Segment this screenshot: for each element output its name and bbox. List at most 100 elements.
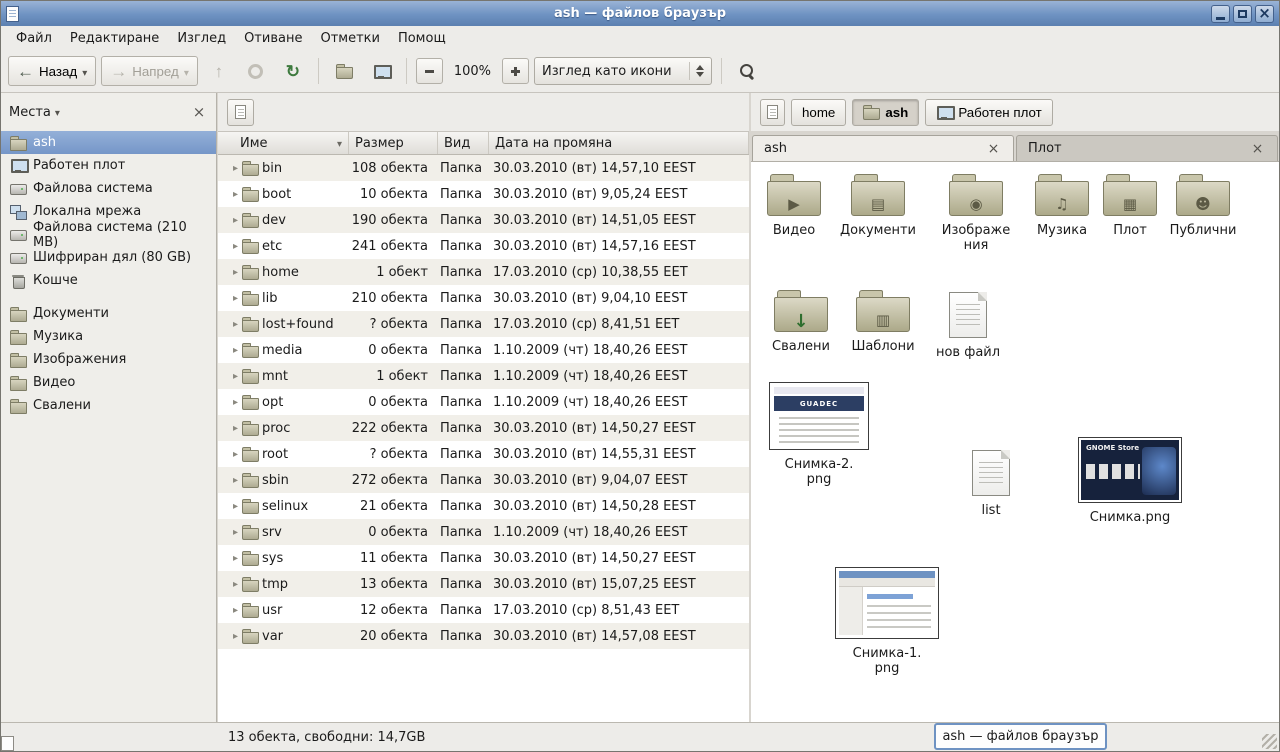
back-button[interactable]: Назад [8,56,96,86]
tasklist-window-button[interactable]: ash — файлов браузър [934,723,1107,750]
icon-snimka-png[interactable]: GNOME Store Снимка.png [1078,437,1182,525]
close-sidebar-button[interactable] [190,103,208,121]
tree-row[interactable]: media 0 обекта Папка 1.10.2009 (чт) 18,4… [218,337,749,363]
breadcrumb-ash[interactable]: ash [852,99,919,126]
tree-row[interactable]: root ? обекта Папка 30.03.2010 (вт) 14,5… [218,441,749,467]
zoom-in-button[interactable] [502,58,529,84]
tree-row[interactable]: var 20 обекта Папка 30.03.2010 (вт) 14,5… [218,623,749,649]
icon-downloads-folder[interactable]: Свалени [759,290,843,354]
expander-icon[interactable] [218,527,242,538]
view-mode-select[interactable]: Изглед като икони [534,57,712,85]
sidebar-item[interactable]: ash [1,131,216,154]
zoom-out-button[interactable] [416,58,443,84]
reload-button[interactable] [277,56,309,86]
tree-row[interactable]: boot 10 обекта Папка 30.03.2010 (вт) 9,0… [218,181,749,207]
tree-row[interactable]: proc 222 обекта Папка 30.03.2010 (вт) 14… [218,415,749,441]
expander-icon[interactable] [218,293,242,304]
minimize-button[interactable] [1211,5,1230,23]
icon-public-folder[interactable]: Публични [1161,174,1245,238]
tab-ash[interactable]: ash [752,135,1014,161]
maximize-button[interactable] [1233,5,1252,23]
icon-canvas[interactable]: Видео Документи Изображения Музика Плот … [751,162,1279,722]
expander-icon[interactable] [218,631,242,642]
icon-snimka-1-png[interactable]: Снимка-1.png [835,567,939,676]
sidebar-item[interactable]: Файлова система (210 MB) [1,223,216,246]
tree-row[interactable]: sys 11 обекта Папка 30.03.2010 (вт) 14,5… [218,545,749,571]
tree-row[interactable]: sbin 272 обекта Папка 30.03.2010 (вт) 9,… [218,467,749,493]
expander-icon[interactable] [218,189,242,200]
icon-new-file[interactable]: нов файл [926,292,1010,360]
tree-row[interactable]: opt 0 обекта Папка 1.10.2009 (чт) 18,40,… [218,389,749,415]
sidebar-item[interactable]: Изображения [1,348,216,371]
search-button[interactable] [731,56,763,86]
tree-row[interactable]: selinux 21 обекта Папка 30.03.2010 (вт) … [218,493,749,519]
expander-icon[interactable] [218,553,242,564]
menu-item[interactable]: Изглед [168,28,235,49]
sidebar-item[interactable]: Документи [1,302,216,325]
sidebar-item[interactable]: Шифриран дял (80 GB) [1,246,216,269]
icon-snimka-2-png[interactable]: GUADEC Снимка-2.png [767,382,871,487]
expander-icon[interactable] [218,241,242,252]
sidebar-item[interactable]: Работен плот [1,154,216,177]
column-header-size[interactable]: Размер [349,132,438,154]
expander-icon[interactable] [218,215,242,226]
expander-icon[interactable] [218,605,242,616]
expander-icon[interactable] [218,371,242,382]
pathbar-root-button[interactable] [227,99,254,126]
sidebar-item[interactable]: Файлова система [1,177,216,200]
expander-icon[interactable] [218,163,242,174]
sidebar-item[interactable]: Видео [1,371,216,394]
expander-icon[interactable] [218,267,242,278]
menu-item[interactable]: Файл [7,28,61,49]
resize-grip[interactable] [1262,734,1277,749]
expander-icon[interactable] [218,579,242,590]
expander-icon[interactable] [218,319,242,330]
sidebar-item[interactable]: Свалени [1,394,216,417]
tree-row[interactable]: bin 108 обекта Папка 30.03.2010 (вт) 14,… [218,155,749,181]
breadcrumb-home[interactable]: home [791,99,846,126]
expander-icon[interactable] [218,397,242,408]
tree-row[interactable]: usr 12 обекта Папка 17.03.2010 (ср) 8,51… [218,597,749,623]
close-tab-icon[interactable] [985,140,1002,157]
forward-button[interactable]: Напред [101,56,198,86]
sidebar-title[interactable]: Места [9,105,51,120]
expander-icon[interactable] [218,449,242,460]
breadcrumb-desktop[interactable]: Работен плот [925,99,1052,126]
menu-item[interactable]: Редактиране [61,28,168,49]
icon-templates-folder[interactable]: Шаблони [841,290,925,354]
tree-row[interactable]: srv 0 обекта Папка 1.10.2009 (чт) 18,40,… [218,519,749,545]
sidebar-item[interactable]: Кошче [1,269,216,292]
icon-desktop-folder[interactable]: Плот [1088,174,1172,238]
tab-plot[interactable]: Плот [1016,135,1278,161]
home-button[interactable] [328,56,360,86]
icon-list-file[interactable]: list [949,450,1033,518]
panel-corner-icon[interactable] [1,736,14,751]
icon-videos-folder[interactable]: Видео [752,174,836,238]
expander-icon[interactable] [218,475,242,486]
icon-pictures-folder[interactable]: Изображения [934,174,1018,253]
tree-row[interactable]: tmp 13 обекта Папка 30.03.2010 (вт) 15,0… [218,571,749,597]
pathbar-scroll-button[interactable] [760,99,785,126]
stop-button[interactable] [240,56,272,86]
column-header-date[interactable]: Дата на промяна [489,132,749,154]
icon-documents-folder[interactable]: Документи [836,174,920,238]
expander-icon[interactable] [218,423,242,434]
menu-item[interactable]: Помощ [389,28,455,49]
tree-row[interactable]: lib 210 обекта Папка 30.03.2010 (вт) 9,0… [218,285,749,311]
close-button[interactable] [1255,5,1274,23]
expander-icon[interactable] [218,345,242,356]
tree-row[interactable]: etc 241 обекта Папка 30.03.2010 (вт) 14,… [218,233,749,259]
computer-button[interactable] [365,56,397,86]
menu-item[interactable]: Отиване [235,28,311,49]
tree-row[interactable]: home 1 обект Папка 17.03.2010 (ср) 10,38… [218,259,749,285]
up-button[interactable] [203,56,235,86]
menu-item[interactable]: Отметки [311,28,388,49]
tree-row[interactable]: lost+found ? обекта Папка 17.03.2010 (ср… [218,311,749,337]
titlebar[interactable]: ash — файлов браузър [1,1,1279,26]
tree-row[interactable]: dev 190 обекта Папка 30.03.2010 (вт) 14,… [218,207,749,233]
close-tab-icon[interactable] [1249,140,1266,157]
sidebar-item[interactable]: Музика [1,325,216,348]
column-header-name[interactable]: Име [218,132,349,154]
chevron-down-icon[interactable] [55,105,60,120]
expander-icon[interactable] [218,501,242,512]
